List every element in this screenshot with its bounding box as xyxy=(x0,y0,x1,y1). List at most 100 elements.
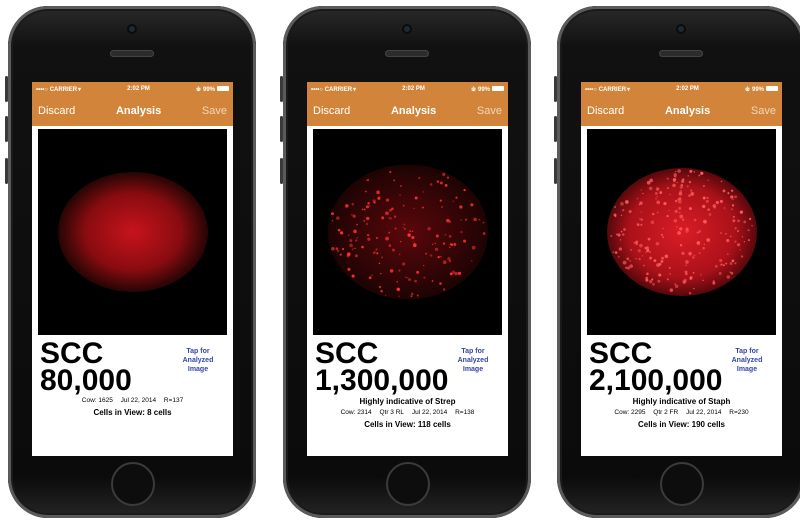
cell-dot xyxy=(363,208,366,211)
cell-dot xyxy=(705,199,709,203)
cell-dot xyxy=(448,246,451,249)
cell-dot xyxy=(425,252,427,255)
cell-dot xyxy=(679,212,681,214)
cell-dot xyxy=(639,218,641,220)
cell-dot xyxy=(361,245,364,249)
cell-dot xyxy=(674,199,678,203)
cell-dot xyxy=(620,230,623,233)
cell-dot xyxy=(460,230,463,234)
cell-dot xyxy=(674,284,679,289)
cell-dot xyxy=(366,216,370,221)
sample-image[interactable] xyxy=(38,129,227,335)
cell-dot xyxy=(676,225,678,228)
cell-dot xyxy=(657,279,661,283)
tap-for-analyzed-image-link[interactable]: Tap for Analyzed Image xyxy=(448,347,498,374)
cell-dot xyxy=(712,280,715,283)
cell-dot xyxy=(658,262,662,266)
discard-button[interactable]: Discard xyxy=(587,105,624,117)
cell-dot xyxy=(409,230,412,233)
cell-dot xyxy=(737,219,740,223)
cell-dot xyxy=(361,208,364,211)
cell-dot xyxy=(706,239,709,241)
cell-dot xyxy=(402,226,404,228)
tap-for-analyzed-image-link[interactable]: Tap for Analyzed Image xyxy=(173,347,223,374)
cell-dot xyxy=(693,254,696,257)
cell-dot xyxy=(748,217,752,221)
cell-dot xyxy=(389,170,392,174)
cell-dot xyxy=(336,249,340,253)
cell-dot xyxy=(662,236,664,239)
discard-button[interactable]: Discard xyxy=(313,105,350,117)
sample-glow xyxy=(57,172,208,292)
cell-dot xyxy=(366,179,368,182)
cell-dot xyxy=(690,189,693,192)
cell-dot xyxy=(730,271,734,275)
cell-dot xyxy=(685,260,689,264)
cell-dot xyxy=(614,206,616,208)
cell-dot xyxy=(731,204,735,207)
cell-dot xyxy=(703,219,707,224)
phone-screen: ••••○ CARRIER▾ 2:02 PM ※ 99% Discard Anal… xyxy=(307,82,508,456)
cell-dot xyxy=(726,253,729,256)
cell-dot xyxy=(376,190,380,195)
cell-dot xyxy=(734,240,737,243)
cell-dot xyxy=(371,274,373,277)
cell-dot xyxy=(378,285,382,289)
battery-icon xyxy=(217,86,229,92)
cell-dot xyxy=(650,220,655,225)
cell-dot xyxy=(707,208,710,211)
cell-dot xyxy=(614,251,618,254)
cell-dot xyxy=(351,213,353,216)
cell-dot xyxy=(692,271,695,274)
cell-dot xyxy=(719,199,723,203)
cell-dot xyxy=(689,277,692,280)
sample-image[interactable] xyxy=(587,129,776,335)
discard-button[interactable]: Discard xyxy=(38,105,75,117)
cell-dot xyxy=(398,295,400,297)
cell-dot xyxy=(342,248,345,251)
cell-dot xyxy=(625,200,629,204)
cell-dot xyxy=(442,288,446,291)
cell-dot xyxy=(644,246,647,250)
cell-dot xyxy=(364,190,367,193)
cell-dot xyxy=(739,249,741,251)
camera-lens xyxy=(402,24,412,34)
cell-dot xyxy=(741,236,744,238)
cell-dot xyxy=(677,169,681,173)
cell-dot xyxy=(440,255,442,258)
cow-id: Cow: 2295 xyxy=(614,409,646,416)
cell-dot xyxy=(642,192,644,195)
cell-dot xyxy=(663,202,667,206)
sample-image[interactable] xyxy=(313,129,502,335)
cell-dot xyxy=(666,187,669,190)
save-button[interactable]: Save xyxy=(477,105,502,117)
cell-dot xyxy=(726,239,729,241)
cell-dot xyxy=(677,231,681,235)
cell-dot xyxy=(388,231,391,234)
cell-dot xyxy=(355,239,358,242)
home-button[interactable] xyxy=(111,462,155,506)
cell-dot xyxy=(679,243,683,247)
cell-dot xyxy=(730,189,734,192)
cell-dot xyxy=(685,264,687,266)
home-button[interactable] xyxy=(386,462,430,506)
cell-dot xyxy=(673,173,677,177)
cell-dot xyxy=(640,211,642,213)
nav-title: Analysis xyxy=(115,105,162,117)
cell-dot xyxy=(666,215,669,218)
cell-dot xyxy=(619,239,622,241)
cell-dot xyxy=(346,254,350,258)
cell-dot xyxy=(610,234,613,237)
cell-dot xyxy=(389,269,394,273)
tap-for-analyzed-image-link[interactable]: Tap for Analyzed Image xyxy=(722,347,772,374)
home-button[interactable] xyxy=(660,462,704,506)
cell-dot xyxy=(719,258,723,263)
cell-dot xyxy=(434,242,437,245)
cell-dot xyxy=(622,260,627,265)
cell-dot xyxy=(385,198,390,202)
save-button[interactable]: Save xyxy=(751,105,776,117)
quarter: Qtr 2 FR xyxy=(653,409,679,416)
cell-dot xyxy=(688,251,692,256)
cell-dot xyxy=(482,221,485,224)
save-button[interactable]: Save xyxy=(202,105,227,117)
